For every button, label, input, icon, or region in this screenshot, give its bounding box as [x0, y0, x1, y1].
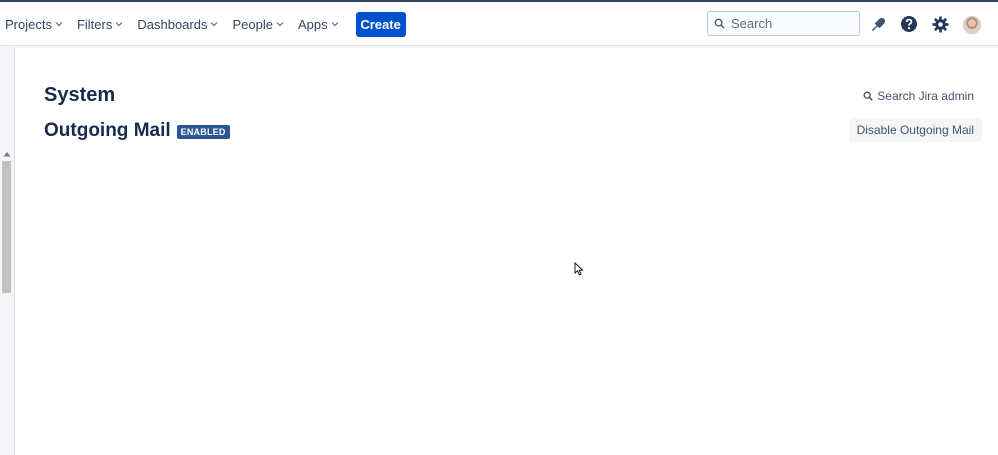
nav-label: Apps — [297, 16, 328, 32]
create-button[interactable]: Create — [355, 11, 406, 37]
search-box[interactable] — [707, 11, 860, 36]
avatar[interactable] — [963, 16, 981, 34]
search-icon — [863, 91, 873, 101]
nav-apps[interactable]: Apps — [293, 2, 344, 46]
search-input[interactable] — [731, 16, 851, 31]
settings-icon[interactable] — [931, 15, 949, 33]
nav-label: Dashboards — [137, 16, 208, 32]
nav-dashboards[interactable]: Dashboards — [132, 2, 223, 46]
section-title: Outgoing Mail ENABLED — [44, 120, 230, 142]
mouse-pointer-icon — [574, 262, 584, 276]
nav-filters[interactable]: Filters — [72, 2, 128, 46]
chevron-down-icon — [115, 22, 123, 27]
nav-label: People — [232, 16, 273, 32]
section-title-text: Outgoing Mail — [44, 120, 171, 141]
top-navigation-bar: Projects Filters Dashboards People Apps … — [0, 2, 998, 46]
chevron-down-icon — [331, 22, 339, 27]
notifications-icon[interactable] — [869, 15, 887, 33]
nav-people[interactable]: People — [227, 2, 288, 46]
status-badge: ENABLED — [176, 125, 230, 139]
chevron-down-icon — [55, 22, 63, 27]
nav-label: Filters — [76, 16, 113, 32]
scrollbar-thumb[interactable] — [2, 161, 11, 293]
search-jira-admin-link[interactable]: Search Jira admin — [863, 89, 974, 103]
page-title: System — [44, 84, 116, 106]
nav-projects[interactable]: Projects — [0, 2, 68, 46]
main-nav: Projects Filters Dashboards People Apps … — [0, 2, 406, 46]
chevron-down-icon — [211, 22, 218, 27]
disable-outgoing-mail-button[interactable]: Disable Outgoing Mail — [848, 118, 982, 142]
scroll-up-arrow-icon[interactable] — [3, 151, 11, 157]
help-icon[interactable] — [900, 15, 918, 33]
chevron-down-icon — [276, 22, 284, 27]
left-sidebar-strip — [0, 47, 15, 455]
search-icon — [714, 18, 725, 29]
search-jira-admin-label: Search Jira admin — [877, 89, 974, 103]
nav-label: Projects — [5, 16, 52, 32]
